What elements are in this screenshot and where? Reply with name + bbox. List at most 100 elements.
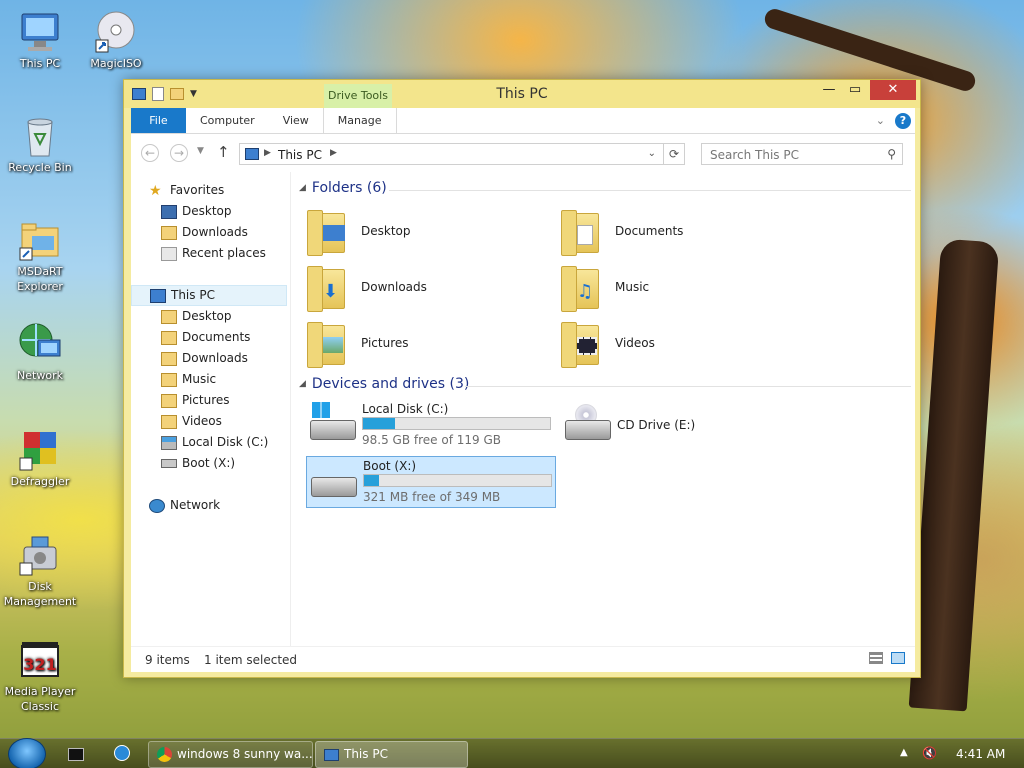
documents-folder-icon	[561, 207, 603, 256]
folders-group-header[interactable]: ◢ Folders (6)	[299, 180, 387, 196]
desktop-icon-recycle-bin[interactable]: Recycle Bin	[0, 114, 80, 175]
expand-ribbon-icon[interactable]: ⌄	[876, 114, 885, 127]
drive-tile-local-disk-c[interactable]: Local Disk (C:) 98.5 GB free of 119 GB	[306, 400, 556, 452]
folder-tile-downloads[interactable]: ⬇ Downloads	[307, 260, 557, 314]
close-button[interactable]: ✕	[870, 80, 916, 100]
collapse-arrow-icon: ◢	[299, 183, 306, 193]
tab-view[interactable]: View	[269, 108, 323, 133]
downloads-folder-icon: ⬇	[307, 263, 349, 312]
taskbar-button-this-pc[interactable]: This PC	[315, 741, 468, 768]
nav-this-pc-boot-x[interactable]: Boot (X:)	[161, 453, 235, 474]
nav-this-pc-music[interactable]: Music	[161, 369, 216, 390]
folder-icon	[161, 309, 177, 324]
desktop-icon-network[interactable]: Network	[0, 322, 80, 383]
nav-this-pc-desktop[interactable]: Desktop	[161, 306, 232, 327]
taskbar-button-chrome[interactable]: windows 8 sunny wa...	[148, 741, 313, 768]
nav-this-pc[interactable]: This PC	[131, 285, 287, 306]
ribbon-tabs: File Computer View Manage ⌄ ?	[131, 108, 915, 134]
command-prompt-icon[interactable]	[68, 748, 84, 761]
title-bar[interactable]: ▼ Drive Tools This PC — ▭ ✕	[124, 80, 920, 108]
drives-group-header[interactable]: ◢ Devices and drives (3)	[299, 376, 469, 392]
recycle-bin-icon	[18, 114, 62, 158]
breadcrumb-this-pc[interactable]: This PC	[278, 148, 322, 162]
desktop-icon-label: MagicISO	[90, 57, 142, 70]
folder-icon	[161, 330, 177, 345]
desktop-icon-media-player-classic[interactable]: 321 Media Player Classic	[0, 638, 80, 714]
folder-tile-pictures[interactable]: Pictures	[307, 316, 557, 370]
folder-tile-documents[interactable]: Documents	[561, 204, 811, 258]
up-button[interactable]: ↑	[217, 143, 230, 161]
search-placeholder: Search This PC	[710, 148, 799, 162]
group-divider	[465, 386, 911, 387]
folder-icon	[161, 393, 177, 408]
address-dropdown-icon[interactable]: ⌄	[648, 148, 656, 159]
folder-tile-music[interactable]: ♫ Music	[561, 260, 811, 314]
local-disk-icon	[310, 402, 356, 446]
large-icons-view-icon[interactable]	[891, 652, 905, 664]
folder-icon	[161, 351, 177, 366]
navigation-pane: ★ Favorites Desktop Downloads Recent pla…	[131, 172, 291, 646]
desktop-icon-this-pc[interactable]: This PC	[0, 10, 80, 71]
breadcrumb-chevron-icon[interactable]: ▶	[330, 148, 337, 158]
content-pane: ◢ Folders (6) Desktop Documents ⬇ Downlo…	[293, 172, 915, 646]
tab-manage[interactable]: Manage	[322, 108, 397, 133]
nav-favorites-desktop[interactable]: Desktop	[161, 201, 232, 222]
desktop-icon	[161, 204, 177, 219]
nav-this-pc-downloads[interactable]: Downloads	[161, 348, 248, 369]
window-body: ★ Favorites Desktop Downloads Recent pla…	[131, 172, 915, 646]
nav-this-pc-local-disk-c[interactable]: Local Disk (C:)	[161, 432, 268, 453]
drive-tile-cd-drive-e[interactable]: CD Drive (E:)	[561, 400, 811, 452]
help-icon[interactable]: ?	[895, 112, 911, 129]
folder-tile-videos[interactable]: Videos	[561, 316, 811, 370]
star-icon: ★	[149, 182, 162, 199]
clock[interactable]: 4:41 AM	[956, 747, 1005, 761]
nav-network[interactable]: Network	[149, 495, 220, 516]
start-button[interactable]	[8, 738, 46, 768]
details-view-icon[interactable]	[869, 652, 883, 664]
folder-tile-desktop[interactable]: Desktop	[307, 204, 557, 258]
back-button[interactable]: ←	[141, 144, 159, 162]
breadcrumb-separator-icon[interactable]: ▶	[264, 148, 271, 158]
desktop-icon-label: Defraggler	[10, 475, 70, 488]
show-hidden-icons-icon[interactable]: ▲	[900, 747, 908, 758]
sync-icon[interactable]	[114, 745, 130, 761]
nav-favorites-downloads[interactable]: Downloads	[161, 222, 248, 243]
desktop-icon-disk-management[interactable]: Disk Management	[0, 533, 80, 609]
window-title: This PC	[496, 86, 548, 102]
drive-tile-boot-x[interactable]: Boot (X:) 321 MB free of 349 MB	[306, 456, 556, 508]
search-icon: ⚲	[887, 147, 896, 161]
desktop-icon-magiciso[interactable]: MagicISO	[76, 10, 156, 71]
nav-this-pc-pictures[interactable]: Pictures	[161, 390, 230, 411]
folder-icon	[161, 414, 177, 429]
computer-icon	[245, 148, 259, 160]
drive-usage-bar	[362, 417, 551, 430]
desktop-icon-label: This PC	[19, 57, 61, 70]
nav-this-pc-documents[interactable]: Documents	[161, 327, 250, 348]
nav-favorites[interactable]: ★ Favorites	[149, 180, 224, 201]
desktop-icon-label: MSDaRT Explorer	[17, 265, 63, 293]
music-folder-icon: ♫	[561, 263, 603, 312]
refresh-button[interactable]: ⟳	[663, 143, 685, 165]
status-selection-count: 1 item selected	[204, 653, 298, 667]
volume-muted-icon[interactable]: 🔇	[922, 746, 937, 760]
recent-locations-icon[interactable]: ▼	[197, 146, 204, 156]
nav-favorites-recent-places[interactable]: Recent places	[161, 243, 266, 264]
navigation-bar: ← → ▼ ↑ ▶ This PC ▶ ⌄ ⟳ Search This PC ⚲	[131, 134, 915, 172]
nav-this-pc-videos[interactable]: Videos	[161, 411, 222, 432]
tab-file[interactable]: File	[131, 108, 186, 133]
desktop-icon-msdart-explorer[interactable]: MSDaRT Explorer	[0, 218, 80, 294]
pictures-folder-icon	[307, 319, 349, 368]
forward-button[interactable]: →	[170, 144, 188, 162]
minimize-button[interactable]: —	[816, 80, 842, 100]
desktop-folder-icon	[307, 207, 349, 256]
network-icon	[149, 498, 165, 513]
address-bar[interactable]: ▶ This PC ▶ ⌄	[239, 143, 685, 165]
maximize-button[interactable]: ▭	[842, 80, 868, 100]
search-input[interactable]: Search This PC ⚲	[701, 143, 903, 165]
status-item-count: 9 items	[145, 653, 190, 667]
desktop-icon-defraggler[interactable]: Defraggler	[0, 428, 80, 489]
tab-computer[interactable]: Computer	[186, 108, 269, 133]
group-divider	[389, 190, 911, 191]
desktop-icon-label: Network	[17, 369, 63, 382]
cd-drive-icon	[565, 404, 611, 446]
